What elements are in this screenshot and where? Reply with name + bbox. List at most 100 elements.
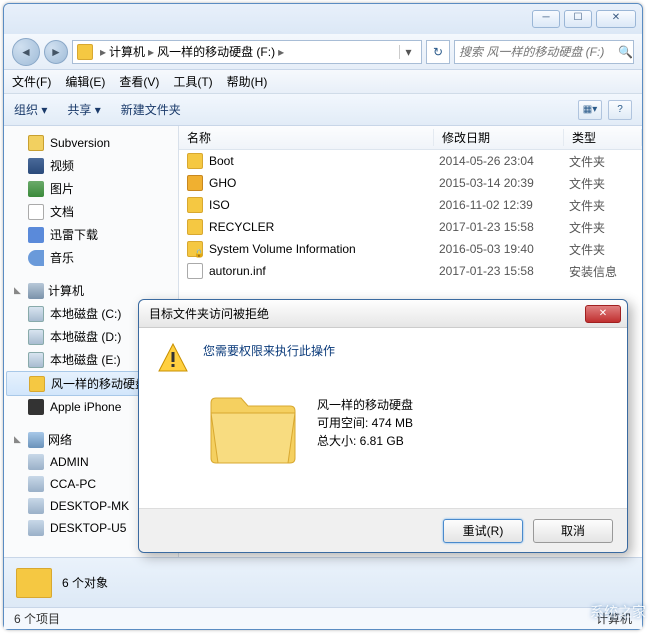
menu-file[interactable]: 文件(F) [12,73,51,90]
maximize-button[interactable]: ☐ [564,10,592,28]
menu-bar: 文件(F) 编辑(E) 查看(V) 工具(T) 帮助(H) [4,70,642,94]
sidebar-item[interactable]: 视频 [4,154,178,177]
file-name: GHO [209,176,439,190]
minimize-button[interactable]: ─ [532,10,560,28]
new-folder-button[interactable]: 新建文件夹 [121,101,181,118]
expand-icon: ◣ [14,434,24,445]
breadcrumb-seg-computer[interactable]: 计算机 [109,43,145,60]
dialog-close-button[interactable]: ✕ [585,305,621,323]
sidebar-item-label: 本地磁盘 (C:) [50,305,121,322]
file-row[interactable]: ISO2016-11-02 12:39文件夹 [179,194,642,216]
drive-icon [28,306,44,322]
file-type: 文件夹 [569,175,605,192]
col-header-name[interactable]: 名称 [179,129,434,146]
pc-icon [28,520,44,536]
drive-icon [28,329,44,345]
status-item-count: 6 个项目 [14,610,60,627]
retry-button[interactable]: 重试(R) [443,519,523,543]
details-pane: 6 个对象 [4,557,642,607]
sidebar-item-label: Subversion [50,136,110,150]
nav-bar: ◄ ► ▸ 计算机 ▸ 风一样的移动硬盘 (F:) ▸ ▾ ↻ 🔍 [4,34,642,70]
breadcrumb-seg-drive[interactable]: 风一样的移动硬盘 (F:) [157,43,275,60]
file-icon [187,263,203,279]
file-date: 2015-03-14 20:39 [439,176,569,190]
file-name: System Volume Information [209,242,439,256]
usb-icon [29,376,45,392]
file-row[interactable]: GHO2015-03-14 20:39文件夹 [179,172,642,194]
menu-view[interactable]: 查看(V) [119,73,159,90]
free-space-label: 可用空间: [317,416,372,430]
drive-icon [77,44,93,60]
sidebar-item-label: ADMIN [50,455,89,469]
file-date: 2014-05-26 23:04 [439,154,569,168]
file-type: 安装信息 [569,263,617,280]
file-type: 文件夹 [569,219,605,236]
total-size-label: 总大小: [317,434,360,448]
sidebar-item-label: 图片 [50,180,74,197]
refresh-button[interactable]: ↻ [426,40,450,64]
search-input[interactable] [459,45,616,59]
dl-icon [28,227,44,243]
dialog-message: 您需要权限来执行此操作 [203,342,609,359]
back-button[interactable]: ◄ [12,38,40,66]
col-header-date[interactable]: 修改日期 [434,129,564,146]
sidebar-item[interactable]: 文档 [4,200,178,223]
address-bar[interactable]: ▸ 计算机 ▸ 风一样的移动硬盘 (F:) ▸ ▾ [72,40,422,64]
cancel-button[interactable]: 取消 [533,519,613,543]
organize-button[interactable]: 组织 ▾ [14,101,47,118]
chevron-right-icon: ▸ [100,45,106,59]
drive-name: 风一样的移动硬盘 [317,396,413,414]
doc-icon [28,204,44,220]
folder-icon [187,197,203,213]
folder-icon [203,373,303,473]
forward-button[interactable]: ► [44,40,68,64]
search-box[interactable]: 🔍 [454,40,634,64]
menu-edit[interactable]: 编辑(E) [65,73,105,90]
share-button[interactable]: 共享 ▾ [67,101,100,118]
dialog-drive-info: 风一样的移动硬盘 可用空间: 474 MB 总大小: 6.81 GB [317,396,413,450]
file-row[interactable]: System Volume Information2016-05-03 19:4… [179,238,642,260]
file-date: 2016-11-02 12:39 [439,198,569,212]
gho-icon [187,175,203,191]
details-text: 6 个对象 [62,574,108,591]
search-icon[interactable]: 🔍 [618,45,633,59]
free-space-value: 474 MB [372,416,413,430]
close-button[interactable]: ✕ [596,10,636,28]
menu-help[interactable]: 帮助(H) [227,73,268,90]
vid-icon [28,158,44,174]
view-mode-button[interactable]: ▦▾ [578,100,602,120]
file-date: 2016-05-03 19:40 [439,242,569,256]
sidebar-item[interactable]: Subversion [4,132,178,154]
file-row[interactable]: autorun.inf2017-01-23 15:58安装信息 [179,260,642,282]
col-header-type[interactable]: 类型 [564,129,642,146]
computer-icon [28,283,44,299]
pc-icon [28,498,44,514]
warning-icon [157,342,189,374]
sidebar-item-label: 风一样的移动硬盘 [51,375,147,392]
help-button[interactable]: ? [608,100,632,120]
chevron-right-icon: ▸ [278,45,284,59]
sidebar-item[interactable]: 迅雷下载 [4,223,178,246]
file-type: 文件夹 [569,197,605,214]
titlebar: ─ ☐ ✕ [4,4,642,34]
sidebar-label: 网络 [48,431,72,448]
sidebar-item[interactable]: 音乐 [4,246,178,269]
sidebar-item-label: 文档 [50,203,74,220]
sidebar-item-label: Apple iPhone [50,400,121,414]
sidebar-item[interactable]: 图片 [4,177,178,200]
mus-icon [28,250,44,266]
file-row[interactable]: RECYCLER2017-01-23 15:58文件夹 [179,216,642,238]
file-row[interactable]: Boot2014-05-26 23:04文件夹 [179,150,642,172]
sidebar-item-label: DESKTOP-U5 [50,521,126,535]
file-date: 2017-01-23 15:58 [439,220,569,234]
chevron-right-icon: ▸ [148,45,154,59]
sidebar-item-label: 视频 [50,157,74,174]
sidebar-item-label: 本地磁盘 (D:) [50,328,121,345]
folder-icon [187,219,203,235]
folder-icon [16,568,52,598]
address-dropdown[interactable]: ▾ [399,45,417,59]
menu-tools[interactable]: 工具(T) [173,73,212,90]
sidebar-label: 计算机 [48,282,84,299]
sidebar-item-label: 音乐 [50,249,74,266]
lock-icon [187,241,203,257]
